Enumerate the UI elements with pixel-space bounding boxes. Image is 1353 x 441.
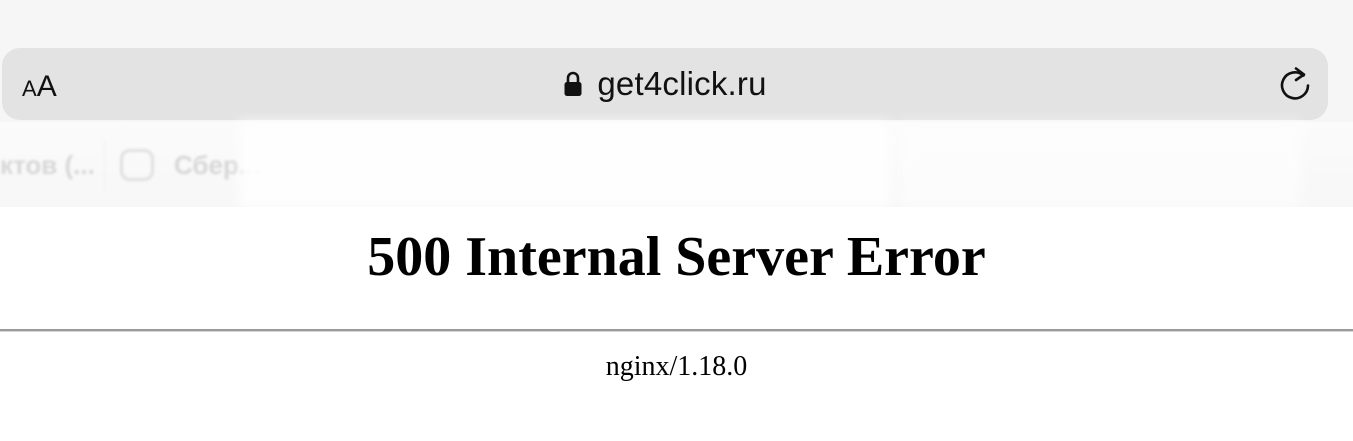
address-bar[interactable]: A A get4click.ru — [2, 48, 1328, 120]
blur-overlay-2 — [900, 122, 1300, 207]
url-text: get4click.ru — [597, 65, 767, 102]
tab-1-label: ктов (... — [0, 149, 95, 180]
blur-overlay — [240, 122, 890, 207]
tab-strip: ктов (... Сбер... — [0, 122, 1353, 207]
divider — [0, 329, 1353, 332]
server-version: nginx/1.18.0 — [605, 351, 748, 382]
lock-icon — [563, 71, 583, 97]
browser-chrome: A A get4click.ru ктов (... Сбер... — [0, 0, 1353, 207]
page-content: 500 Internal Server Error nginx/1.18.0 — [0, 207, 1353, 441]
reload-icon[interactable] — [1276, 64, 1314, 104]
url-field[interactable]: get4click.ru — [2, 64, 1328, 104]
tab-1[interactable]: ктов (... — [0, 140, 105, 190]
tab-favicon-icon — [120, 149, 154, 181]
error-title: 500 Internal Server Error — [367, 226, 986, 288]
